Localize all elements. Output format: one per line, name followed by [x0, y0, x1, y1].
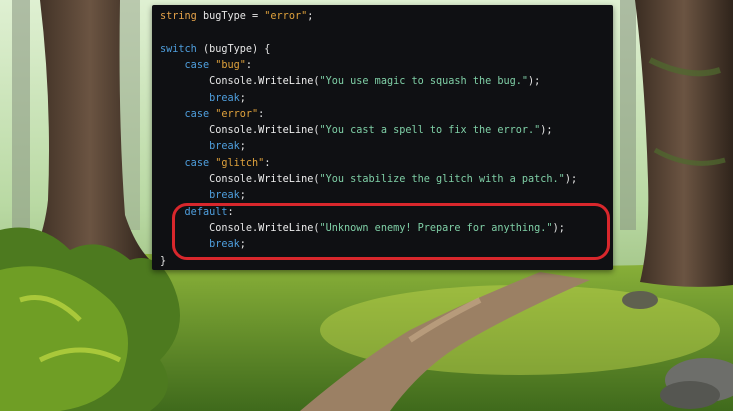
code-token: case — [184, 59, 210, 71]
code-token: } — [160, 255, 167, 267]
default-case-highlight — [172, 203, 610, 260]
code-token: "bug" — [215, 59, 246, 71]
code-token: : — [258, 108, 265, 120]
code-token: WriteLine — [258, 76, 314, 88]
code-line: break; — [160, 140, 246, 154]
code-token: break — [209, 92, 240, 104]
code-token: : — [245, 59, 253, 71]
code-token: "glitch" — [215, 157, 265, 169]
code-token: case — [184, 108, 210, 120]
code-token: ); — [528, 76, 541, 88]
code-token: : — [264, 157, 271, 169]
code-line: Console.WriteLine("You cast a spell to f… — [160, 124, 553, 138]
code-token: switch — [160, 43, 197, 55]
code-token: ; — [239, 92, 246, 104]
code-line: switch (bugType) { — [160, 43, 270, 57]
code-token: ; — [307, 11, 314, 22]
code-token: "error" — [264, 11, 308, 22]
code-line: break; — [160, 92, 246, 106]
code-token: break — [209, 141, 240, 153]
code-token: bugType = — [196, 11, 265, 22]
code-token: "error" — [215, 108, 259, 120]
code-line: string bugType = "error"; — [160, 10, 313, 24]
code-line: case "bug": — [160, 59, 253, 73]
code-token: WriteLine — [258, 125, 314, 137]
code-line: Console.WriteLine("You use magic to squa… — [160, 75, 540, 89]
code-token: case — [184, 157, 210, 169]
code-token: string — [160, 11, 197, 22]
code-token: break — [209, 190, 240, 202]
code-token: "You stabilize the glitch with a patch." — [319, 174, 565, 185]
code-token: "You use magic to squash the bug." — [319, 76, 529, 88]
code-token: ); — [540, 125, 553, 137]
code-token: ; — [239, 141, 246, 153]
code-token: "You cast a spell to fix the error." — [319, 125, 541, 137]
code-line: break; — [160, 189, 246, 203]
code-token: WriteLine — [258, 174, 314, 185]
code-token: (bugType) { — [196, 43, 271, 55]
code-line: } — [160, 255, 166, 269]
code-token: Console. — [160, 125, 259, 137]
code-token: ); — [564, 174, 578, 185]
code-token: Console. — [160, 174, 259, 185]
code-line: case "glitch": — [160, 157, 271, 171]
code-token: ; — [239, 190, 246, 202]
code-line: Console.WriteLine("You stabilize the gli… — [160, 173, 577, 187]
code-line: case "error": — [160, 108, 265, 122]
code-token: Console. — [160, 76, 259, 88]
